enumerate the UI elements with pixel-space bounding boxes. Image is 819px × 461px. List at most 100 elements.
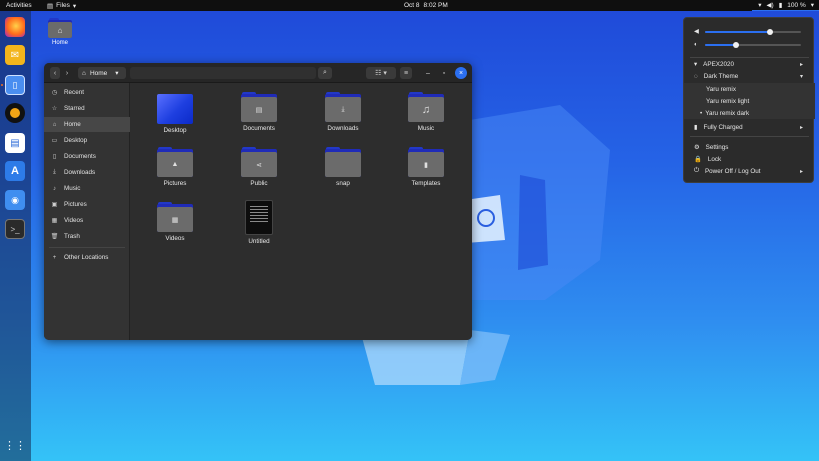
sidebar-item-videos[interactable]: ▦ Videos — [44, 213, 130, 228]
sidebar-item-desktop[interactable]: ▭ Desktop — [44, 133, 130, 148]
minimize-button[interactable]: – — [422, 67, 434, 79]
clock[interactable]: Oct 8 8:02 PM — [404, 2, 448, 9]
lock-item[interactable]: 🔒 Lock — [684, 153, 815, 165]
menu-button[interactable]: ≡ — [400, 67, 412, 79]
download-icon: ⤓ — [53, 169, 56, 175]
activities-button[interactable]: Activities — [6, 2, 32, 9]
path-bar-home[interactable]: ⌂ Home ▾ — [78, 67, 126, 79]
picture-folder-icon: ▲ — [157, 152, 193, 177]
sidebar-item-other-locations[interactable]: + Other Locations — [44, 250, 130, 265]
file-item-snap[interactable]: snap — [313, 147, 373, 187]
theme-item[interactable]: ◌ Dark Theme ▾ — [684, 70, 815, 82]
sidebar-item-label: Music — [64, 185, 81, 192]
search-button[interactable]: ⌕ — [318, 67, 332, 79]
file-item-label: Videos — [165, 235, 185, 242]
app-store-icon[interactable]: A — [5, 161, 25, 181]
music-folder-icon: ♫ — [408, 97, 444, 122]
list-view-icon: ☷ — [375, 70, 382, 77]
sidebar-item-pictures[interactable]: ▣ Pictures — [44, 197, 130, 212]
app-menu-label: Files — [56, 2, 70, 9]
sidebar-item-trash[interactable]: 🗑 Trash — [44, 229, 130, 244]
theme-option-yaru-remix[interactable]: Yaru remix — [684, 83, 815, 95]
file-item-label: Templates — [411, 180, 441, 187]
desktop-home-icon[interactable]: ⌂ Home — [47, 18, 73, 46]
music-player-icon[interactable] — [5, 103, 25, 123]
sidebar-item-home[interactable]: ⌂ Home — [44, 117, 130, 132]
file-item-pictures[interactable]: ▲ Pictures — [145, 147, 205, 187]
file-item-desktop[interactable]: Desktop — [145, 94, 205, 134]
status-area[interactable]: ▾ ◀) ▮ 100 % ▾ — [758, 1, 814, 10]
volume-icon: ◀) — [766, 2, 774, 9]
battery-item[interactable]: ▮ Fully Charged ▸ — [684, 121, 815, 133]
battery-icon: ▮ — [778, 2, 783, 9]
mail-icon[interactable]: ✉ — [5, 45, 25, 65]
sidebar-item-downloads[interactable]: ⤓ Downloads — [44, 165, 130, 180]
chevron-left-icon: ‹ — [53, 69, 57, 77]
power-item[interactable]: ⏻ Power Off / Log Out ▸ — [684, 165, 815, 177]
theme-option-yaru-remix-light[interactable]: Yaru remix light — [684, 95, 815, 107]
theme-label: Dark Theme — [703, 72, 739, 80]
sidebar-item-music[interactable]: ♪ Music — [44, 181, 130, 196]
file-item-label: Public — [250, 180, 268, 187]
document-editor-icon[interactable]: ▤ — [5, 133, 25, 153]
sidebar-item-label: Documents — [64, 153, 96, 160]
file-item-videos[interactable]: ▦ Videos — [145, 202, 205, 242]
file-item-label: Untitled — [248, 238, 270, 245]
file-item-music[interactable]: ♫ Music — [396, 92, 456, 132]
maximize-button[interactable]: ▫ — [438, 67, 450, 79]
back-button[interactable]: ‹ — [50, 67, 60, 79]
view-options-button[interactable]: ☷ ▾ — [366, 67, 396, 79]
sidebar-item-label: Starred — [64, 105, 85, 112]
chevron-down-icon: ▾ — [799, 73, 803, 80]
chevron-right-icon: › — [65, 69, 69, 77]
wifi-item[interactable]: ▾ APEX2020 ▸ — [684, 58, 815, 70]
theme-option-yaru-remix-dark[interactable]: • Yaru remix dark — [684, 107, 815, 119]
file-item-templates[interactable]: ▮ Templates — [396, 147, 456, 187]
volume-slider[interactable] — [705, 28, 801, 35]
file-item-label: Pictures — [163, 180, 187, 187]
trash-icon: 🗑 — [50, 234, 59, 240]
terminal-icon[interactable]: >_ — [5, 219, 25, 239]
download-folder-icon: ⤓ — [325, 97, 361, 122]
sidebar-item-label: Pictures — [64, 201, 87, 208]
close-button[interactable]: × — [455, 67, 467, 79]
settings-item[interactable]: ⚙ Settings — [684, 141, 815, 153]
battery-label: Fully Charged — [703, 123, 743, 131]
sidebar-item-label: Trash — [64, 233, 80, 240]
file-item-label: Desktop — [163, 127, 187, 134]
share-folder-icon: ⋖ — [241, 152, 277, 177]
sidebar-item-label: Videos — [64, 217, 84, 224]
path-label: Home — [89, 69, 108, 77]
file-item-label: Documents — [243, 125, 275, 132]
forward-button[interactable]: › — [62, 67, 72, 79]
file-item-untitled[interactable]: Untitled — [229, 200, 289, 245]
chevron-down-icon: ▾ — [383, 70, 387, 77]
settings-label: Settings — [705, 143, 729, 151]
gear-icon: ⚙ — [694, 143, 700, 151]
screenshot-icon[interactable]: ◉ — [5, 190, 25, 210]
sidebar-item-recent[interactable]: ◷ Recent — [44, 85, 130, 100]
file-item-documents[interactable]: ▤ Documents — [229, 92, 289, 132]
brightness-slider-knob[interactable] — [732, 41, 739, 48]
network-icon: ▾ — [758, 2, 762, 9]
status-area-active-indicator — [752, 9, 819, 11]
music-icon: ♪ — [53, 185, 56, 192]
phone-icon[interactable]: ▯ — [5, 75, 25, 95]
chevron-right-icon: ▸ — [799, 124, 803, 131]
close-icon: × — [458, 69, 464, 77]
file-item-label: Music — [417, 125, 435, 132]
volume-slider-knob[interactable] — [767, 28, 774, 35]
sidebar-item-documents[interactable]: ▯ Documents — [44, 149, 130, 164]
search-icon: ⌕ — [323, 69, 327, 76]
brightness-slider[interactable] — [705, 41, 801, 48]
files-window: ‹ › ⌂ Home ▾ ⌕ ☷ ▾ ≡ – ▫ × ◷ Recent ☆ Star… — [44, 63, 472, 340]
theme-icon: ◌ — [694, 72, 698, 80]
system-menu: ◀ ◐ ▾ APEX2020 ▸ ◌ Dark Theme ▾ Yaru remix Y… — [683, 17, 815, 183]
sidebar-item-starred[interactable]: ☆ Starred — [44, 101, 130, 116]
file-item-downloads[interactable]: ⤓ Downloads — [313, 92, 373, 132]
app-menu[interactable]: ▤ Files ▾ — [47, 2, 76, 10]
show-apps-icon[interactable]: ⋮⋮ — [4, 435, 26, 455]
firefox-icon[interactable] — [5, 17, 25, 37]
lock-label: Lock — [707, 155, 722, 163]
file-item-public[interactable]: ⋖ Public — [229, 147, 289, 187]
